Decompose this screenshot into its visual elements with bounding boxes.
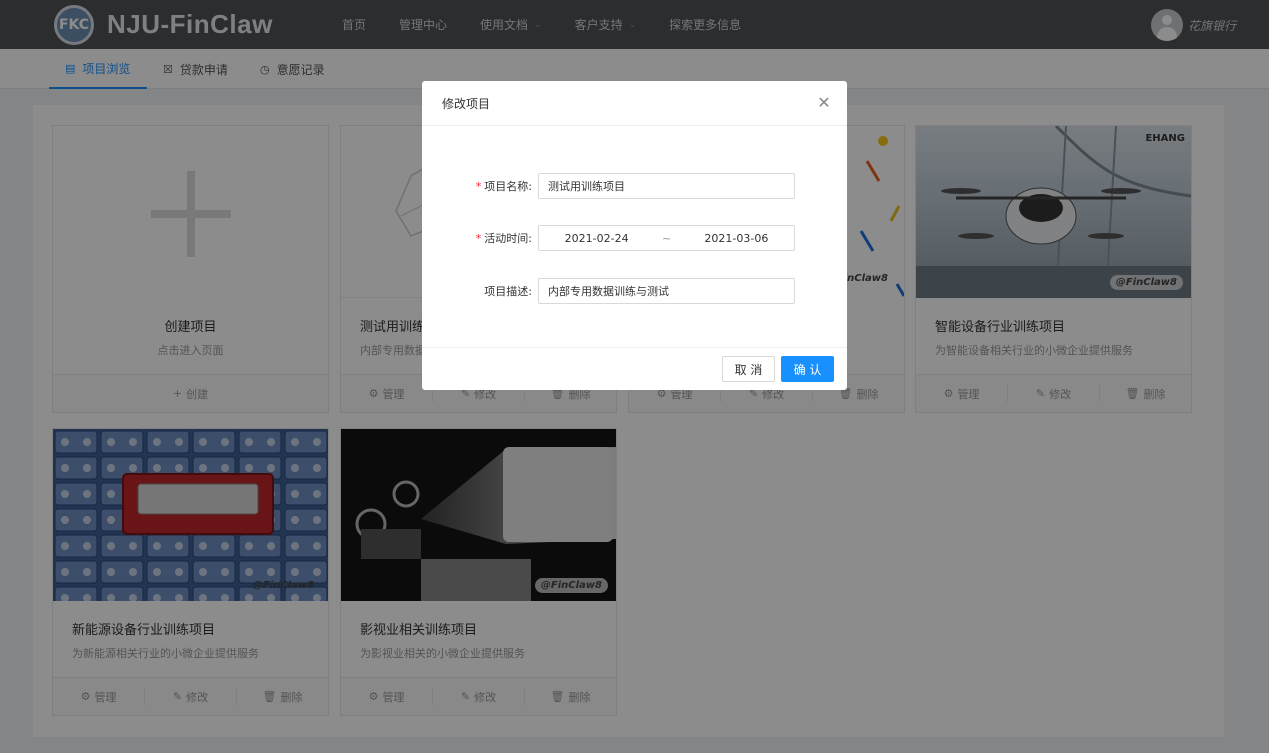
close-icon[interactable]: ✕ <box>817 95 831 111</box>
edit-project-modal: 修改项目 ✕ * 项目名称: 测试用训练项目 * 活动时间: 2021-02-24 … <box>422 81 847 390</box>
name-label: 项目名称: <box>484 180 532 193</box>
field-label: * 活动时间: <box>422 230 538 246</box>
form-row-name: * 项目名称: 测试用训练项目 <box>422 173 847 199</box>
start-date-input[interactable]: 2021-02-24 <box>565 232 629 245</box>
time-label: 活动时间: <box>484 232 532 245</box>
form-row-desc: 项目描述: 内部专用数据训练与测试 <box>422 278 847 304</box>
project-name-input[interactable]: 测试用训练项目 <box>538 173 795 199</box>
desc-label: 项目描述: <box>484 285 532 298</box>
form-row-time: * 活动时间: 2021-02-24 ~ 2021-03-06 <box>422 225 847 251</box>
project-desc-input[interactable]: 内部专用数据训练与测试 <box>538 278 795 304</box>
modal-footer: 取 消 确 认 <box>422 347 847 390</box>
modal-header: 修改项目 <box>422 81 847 126</box>
range-separator: ~ <box>661 231 672 245</box>
modal-title: 修改项目 <box>442 96 491 111</box>
required-mark: * <box>475 180 482 193</box>
confirm-button[interactable]: 确 认 <box>781 356 834 382</box>
required-mark: * <box>475 232 482 245</box>
end-date-input[interactable]: 2021-03-06 <box>704 232 768 245</box>
date-range-picker[interactable]: 2021-02-24 ~ 2021-03-06 <box>538 225 795 251</box>
field-label: * 项目名称: <box>422 178 538 194</box>
cancel-button[interactable]: 取 消 <box>722 356 775 382</box>
field-label: 项目描述: <box>422 283 538 299</box>
